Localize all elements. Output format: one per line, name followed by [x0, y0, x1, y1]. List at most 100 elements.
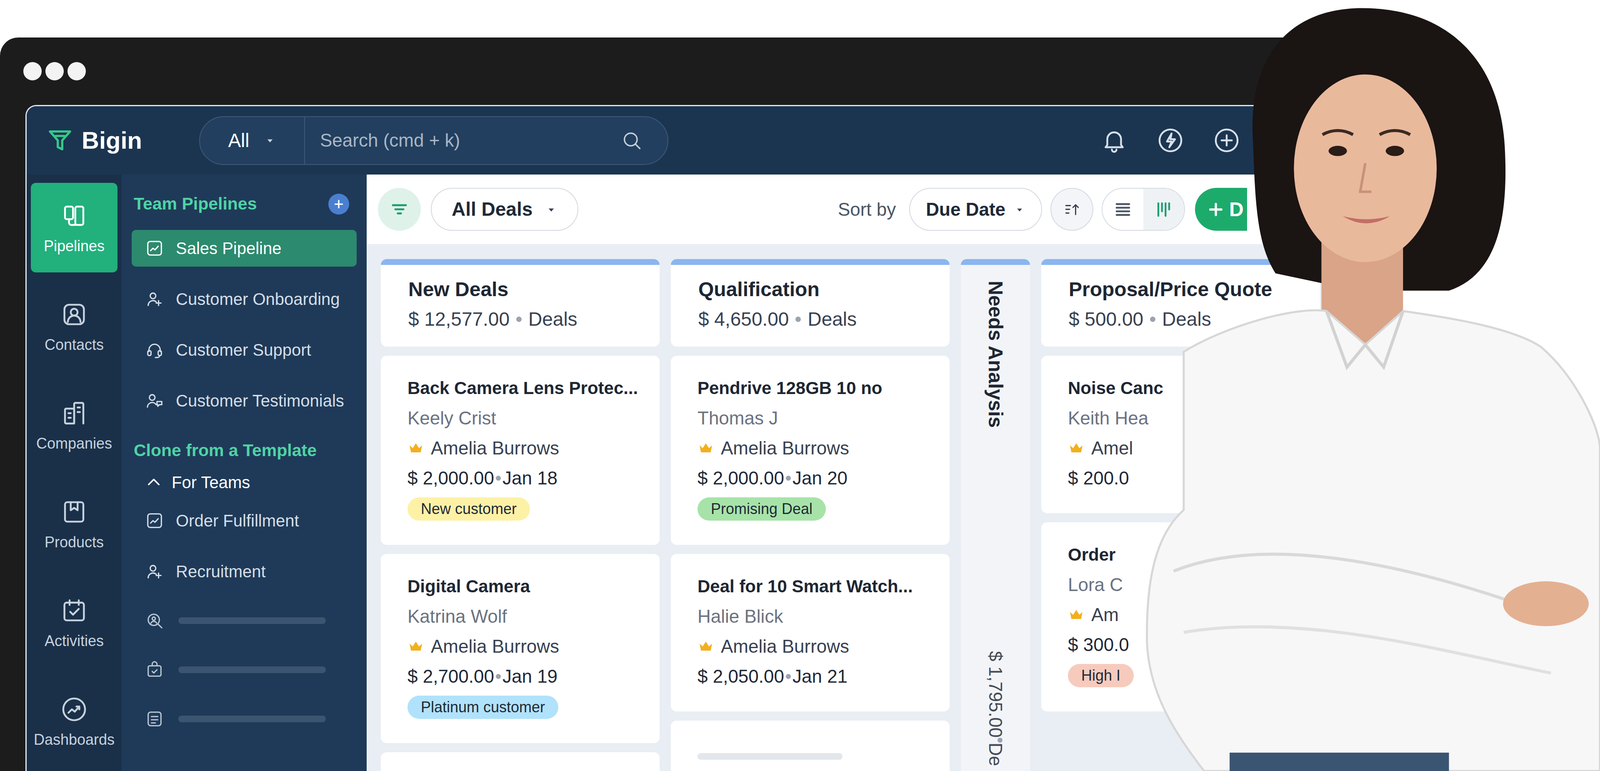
view-toggle-option[interactable]	[1102, 188, 1144, 230]
deal-contact: Thomas J	[697, 403, 935, 434]
sort-order-icon[interactable]	[1050, 187, 1094, 231]
create-deal-button[interactable]: D	[1195, 187, 1248, 231]
deal-title: Noise Canc	[1067, 373, 1305, 404]
stage-title: Proposal/Price Quote	[1068, 276, 1293, 303]
deal-tag: Promising Deal	[697, 497, 826, 521]
app-name: Bigin	[81, 128, 143, 153]
rail-item[interactable]: Contacts	[30, 281, 118, 372]
deal-card[interactable]: Deal for 10 Smart Watch...Halie BlickAme…	[670, 554, 950, 712]
rail-item[interactable]: Activities	[30, 577, 118, 668]
template-item-label: Recruitment	[175, 559, 266, 585]
deal-title: Back Camera Lens Protec...	[407, 373, 645, 404]
stage-summary: $ 12,577.00Deals	[408, 307, 633, 331]
skeleton-bar	[697, 753, 843, 760]
stage-unit: Deals	[1162, 307, 1212, 331]
deal-amount: $ 2,000.00	[697, 464, 785, 493]
search-icon	[620, 129, 643, 152]
sidebar-item-label: Customer Support	[175, 337, 312, 363]
stage-summary: $ 1,795.00De	[981, 651, 1010, 771]
device-frame: Bigin All PipelinesContactsCompanies Produc…	[0, 37, 1334, 771]
stage-column: Qualification$ 4,650.00DealsPendrive 128…	[670, 259, 950, 771]
window-dot[interactable]	[45, 62, 64, 81]
chart-icon	[145, 511, 165, 531]
sidebar-item[interactable]: Sales Pipeline	[131, 230, 357, 267]
rail-item[interactable]: Companies	[30, 380, 118, 470]
skeleton-bar	[178, 666, 326, 674]
companies-icon	[60, 399, 88, 428]
deal-card[interactable]	[380, 752, 660, 771]
caret-down-icon	[1013, 203, 1026, 216]
top-bar: Bigin All	[26, 106, 1334, 175]
app-body: PipelinesContactsCompanies ProductsActivi…	[26, 174, 1334, 771]
deal-contact: Katrina Wolf	[407, 601, 645, 632]
deal-card[interactable]: Digital CameraKatrina WolfAmelia Burrows…	[380, 554, 660, 744]
deal-amount: $ 300.0	[1067, 631, 1130, 659]
template-item[interactable]: Recruitment	[131, 553, 357, 590]
bolt-icon[interactable]	[1156, 126, 1185, 155]
separator-dot	[495, 674, 501, 680]
deal-amount-row: $ 2,000.00Jan 18	[407, 463, 645, 494]
sidebar-item[interactable]: Customer Support	[131, 331, 357, 369]
headset-icon	[145, 340, 165, 360]
template-item-label: Order Fulfillment	[175, 508, 300, 534]
stage-unit: Deals	[807, 307, 857, 331]
crown-icon	[1067, 440, 1085, 457]
stage-header: Proposal/Price Quote$ 500.00Deals	[1041, 259, 1320, 347]
stage-header-body: Qualification$ 4,650.00Deals	[670, 265, 950, 347]
kanban-icon	[1152, 198, 1175, 221]
plus-circle-icon[interactable]	[1212, 126, 1241, 155]
crown-icon	[407, 638, 425, 655]
sort-label: Sort by	[837, 195, 896, 224]
sort-dropdown[interactable]: Due Date	[909, 187, 1043, 231]
caret-up-icon	[145, 473, 163, 492]
deal-card[interactable]: Noise CancKeith HeaAmel$ 200.0	[1041, 355, 1320, 514]
deal-card[interactable]: OrderLora CAm$ 300.0High I	[1041, 522, 1320, 712]
window-dot[interactable]	[23, 62, 42, 81]
stage-unit: Deals	[528, 307, 578, 331]
sidebar-item[interactable]: Customer Onboarding	[131, 280, 357, 318]
deal-card[interactable]	[670, 720, 950, 771]
pipeline-board-area: All Deals Sort by Due Date D New Deals $ 12,5…	[366, 174, 1334, 771]
search-input[interactable]	[305, 117, 621, 165]
deal-card[interactable]: Pendrive 128GB 10 noThomas JAmelia Burro…	[670, 355, 950, 545]
deal-contact: Halie Blick	[697, 601, 935, 632]
window-controls	[0, 37, 1334, 105]
sidebar-item[interactable]: Customer Testimonials	[131, 382, 357, 420]
view-toggle-option[interactable]	[1143, 188, 1185, 230]
rail-item[interactable]: Pipelines	[30, 182, 118, 273]
template-header: Clone from a Template	[131, 437, 357, 465]
filter-icon[interactable]	[377, 187, 421, 231]
bell-icon[interactable]	[1100, 126, 1128, 155]
deal-contact: Keith Hea	[1067, 403, 1305, 434]
deal-owner-name: Am	[1091, 601, 1119, 629]
crown-icon	[407, 440, 425, 457]
bag-icon	[145, 660, 165, 680]
template-item-placeholder	[131, 700, 357, 738]
stage-title: New Deals	[408, 276, 633, 303]
person-plus-icon	[145, 562, 165, 582]
rail-item[interactable]: Dashboards	[30, 676, 118, 767]
search-scope-dropdown[interactable]: All	[200, 117, 305, 165]
sidebar-item-label: Customer Onboarding	[175, 286, 340, 312]
rail-item[interactable]: Products	[30, 479, 118, 569]
skeleton-bar	[178, 715, 326, 723]
template-group[interactable]: For Teams	[131, 466, 357, 499]
stage-amount: $ 4,650.00	[698, 307, 789, 331]
separator-dot	[516, 316, 522, 323]
crown-icon	[1067, 606, 1085, 624]
add-pipeline-icon[interactable]	[328, 193, 350, 215]
view-dropdown-label: All Deals	[451, 195, 533, 224]
deal-owner: Amel	[1067, 433, 1305, 464]
deal-title: Deal for 10 Smart Watch...	[697, 571, 935, 602]
template-item[interactable]: Order Fulfillment	[131, 502, 357, 540]
window-dot[interactable]	[67, 62, 86, 81]
deal-title: Pendrive 128GB 10 no	[697, 373, 935, 404]
person-plus-icon	[145, 289, 165, 309]
collapsed-stage-column[interactable]: Needs Analysis$ 1,795.00De	[960, 259, 1030, 771]
view-dropdown[interactable]: All Deals	[430, 187, 579, 231]
deal-title: Digital Camera	[407, 571, 645, 602]
deal-owner: Amelia Burrows	[697, 433, 935, 464]
deal-card[interactable]: Back Camera Lens Protec...Keely CristAme…	[380, 355, 660, 545]
stage-unit: De	[985, 742, 1006, 767]
app-logo[interactable]: Bigin	[26, 127, 200, 154]
